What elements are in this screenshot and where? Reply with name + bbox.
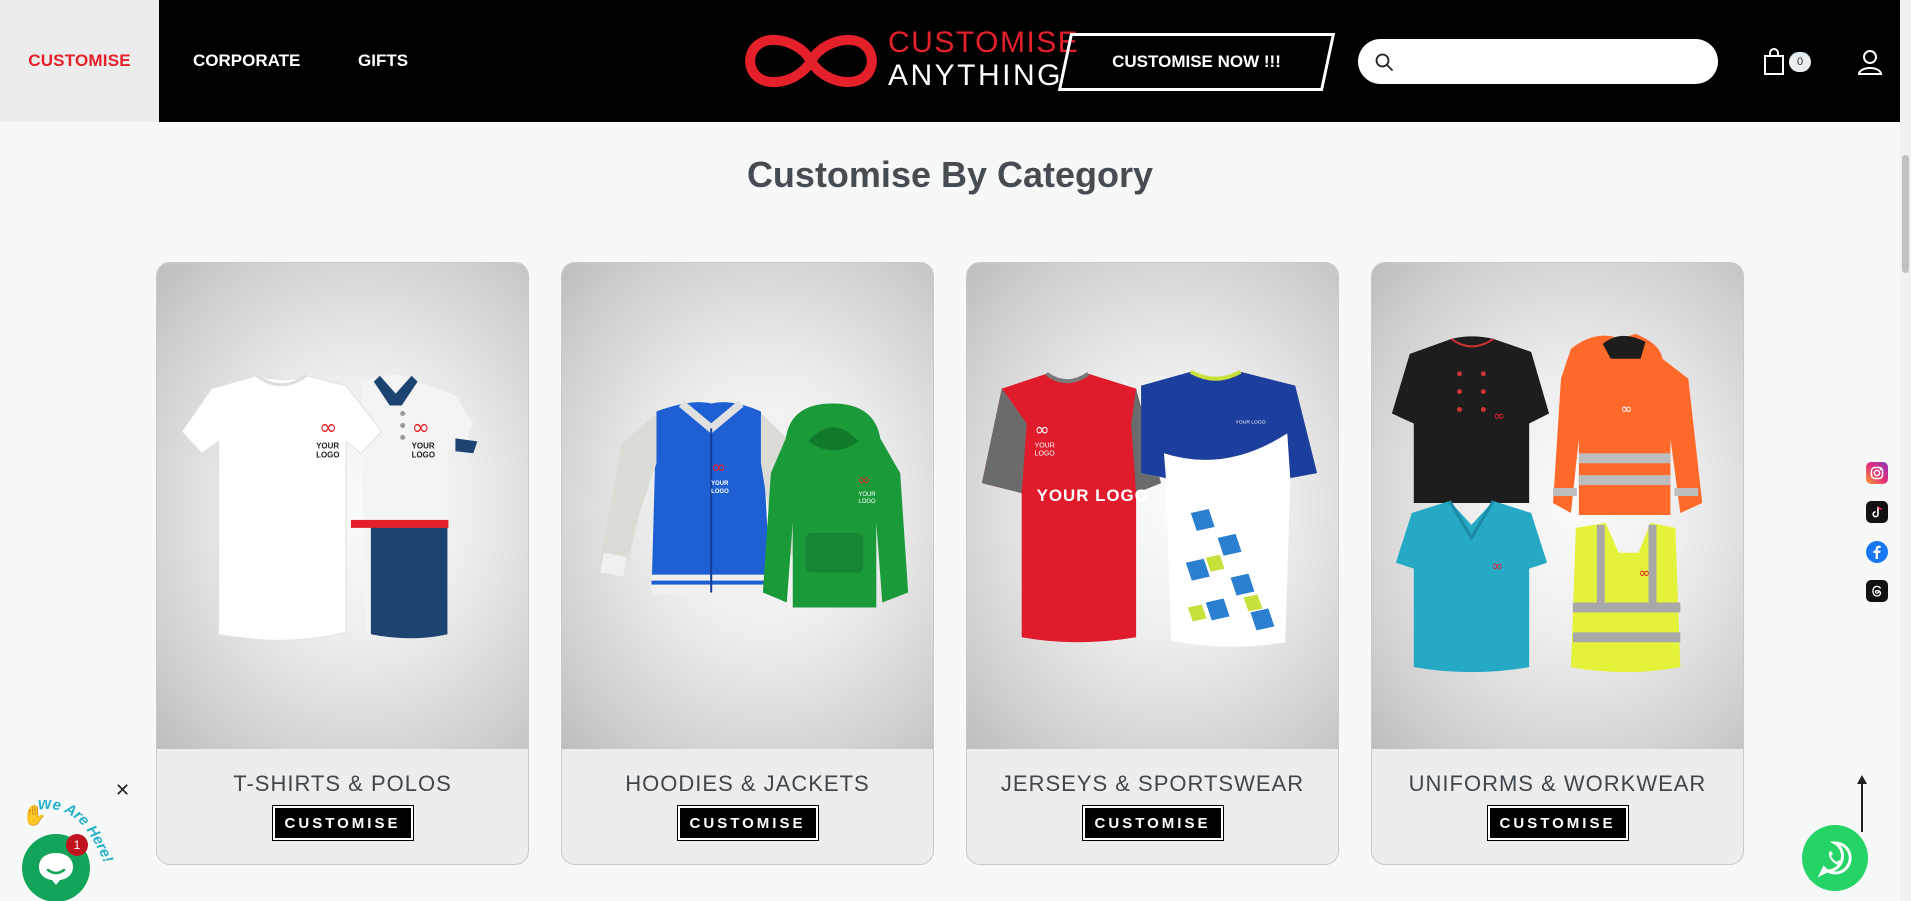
customise-button[interactable]: CUSTOMISE	[271, 805, 414, 841]
svg-text:YOUR: YOUR	[316, 441, 339, 450]
svg-text:∞: ∞	[1491, 559, 1503, 575]
customise-button[interactable]: CUSTOMISE	[676, 805, 819, 841]
category-title: JERSEYS & SPORTSWEAR	[1000, 771, 1305, 796]
category-image-tshirts: ∞ YOUR LOGO ∞ YOUR LOGO	[157, 263, 528, 749]
search-icon	[1375, 53, 1393, 71]
nav-item-label: CUSTOMISE	[28, 51, 131, 70]
customise-button[interactable]: CUSTOMISE	[1486, 805, 1629, 841]
tiktok-icon[interactable]	[1866, 501, 1888, 523]
nav-item-label: CORPORATE	[193, 51, 301, 70]
site-header: CUSTOMISE CORPORATE GIFTS CUSTOMISE ANYT…	[0, 0, 1900, 122]
svg-text:∞: ∞	[1493, 408, 1505, 424]
infinity-logo-icon	[744, 34, 878, 88]
svg-text:YOUR LOGO: YOUR LOGO	[1236, 419, 1266, 425]
page-scrollbar[interactable]	[1900, 0, 1911, 901]
nav-item-corporate[interactable]: CORPORATE	[193, 0, 300, 122]
svg-text:LOGO: LOGO	[1035, 450, 1056, 457]
category-title: T-SHIRTS & POLOS	[233, 771, 452, 796]
category-image-jerseys: ∞ YOUR LOGO YOUR LOGO YOUR LOGO	[967, 263, 1338, 749]
chat-notification-badge: 1	[66, 834, 88, 856]
svg-text:∞: ∞	[1035, 419, 1050, 440]
svg-text:∞: ∞	[1621, 401, 1633, 417]
cart-count-badge: 0	[1789, 52, 1811, 72]
customise-now-label: CUSTOMISE NOW !!!	[1112, 52, 1281, 71]
svg-text:∞: ∞	[412, 415, 430, 440]
customise-now-button[interactable]: CUSTOMISE NOW !!!	[1057, 33, 1336, 91]
scrollbar-thumb[interactable]	[1902, 155, 1909, 273]
svg-text:LOGO: LOGO	[316, 450, 339, 459]
logo-line-2: ANYTHING	[888, 59, 1064, 92]
instagram-icon[interactable]	[1866, 462, 1888, 484]
nav-item-customise[interactable]: CUSTOMISE	[0, 0, 159, 122]
svg-text:YOUR: YOUR	[711, 481, 729, 487]
svg-text:YOUR: YOUR	[412, 441, 435, 450]
customise-button[interactable]: CUSTOMISE	[1081, 805, 1224, 841]
svg-text:∞: ∞	[711, 457, 726, 478]
svg-text:∞: ∞	[1639, 566, 1651, 582]
whatsapp-icon	[1817, 841, 1852, 877]
nav-item-gifts[interactable]: GIFTS	[358, 0, 408, 122]
nav-item-label: GIFTS	[358, 51, 409, 70]
category-image-uniforms: ∞ ∞ ∞ ∞	[1372, 263, 1743, 749]
svg-text:∞: ∞	[319, 415, 337, 440]
section-title: Customise By Category	[746, 154, 1154, 195]
category-image-hoodies: ∞ YOUR LOGO ∞ YOUR LOGO	[562, 263, 933, 749]
search-input[interactable]	[1358, 39, 1718, 84]
svg-text:YOUR: YOUR	[858, 492, 876, 498]
cart-icon[interactable]	[1762, 48, 1788, 76]
svg-text:YOUR: YOUR	[1035, 442, 1055, 449]
back-to-top-icon[interactable]	[1852, 772, 1872, 834]
category-card-uniforms-workwear[interactable]: ∞ ∞ ∞ ∞ UNIFORMS & WORKWEAR CUSTOMISE	[1371, 262, 1744, 865]
whatsapp-button[interactable]	[1802, 825, 1868, 891]
svg-text:LOGO: LOGO	[711, 489, 729, 495]
svg-text:✋: ✋	[22, 803, 47, 827]
category-card-hoodies-jackets[interactable]: ∞ YOUR LOGO ∞ YOUR LOGO HOODIES & JACKET…	[561, 262, 934, 865]
brand-logo[interactable]: CUSTOMISE ANYTHING	[742, 22, 1078, 100]
chat-bubble-icon	[39, 853, 73, 885]
svg-text:LOGO: LOGO	[858, 499, 876, 505]
category-card-tshirts-polos[interactable]: ∞ YOUR LOGO ∞ YOUR LOGO T-SHIRTS & POLOS…	[156, 262, 529, 865]
svg-text:LOGO: LOGO	[412, 450, 435, 459]
category-title: HOODIES & JACKETS	[625, 771, 870, 796]
logo-line-1: CUSTOMISE	[888, 26, 1080, 59]
facebook-icon[interactable]	[1866, 541, 1888, 563]
chat-close-icon[interactable]: ✕	[115, 780, 130, 801]
category-card-jerseys-sportswear[interactable]: ∞ YOUR LOGO YOUR LOGO YOUR LOGO JERSEYS …	[966, 262, 1339, 865]
svg-text:YOUR LOGO: YOUR LOGO	[1037, 486, 1149, 505]
threads-icon[interactable]	[1866, 580, 1888, 602]
svg-text:∞: ∞	[857, 470, 870, 489]
user-account-icon[interactable]	[1857, 48, 1883, 76]
category-title: UNIFORMS & WORKWEAR	[1408, 771, 1707, 796]
